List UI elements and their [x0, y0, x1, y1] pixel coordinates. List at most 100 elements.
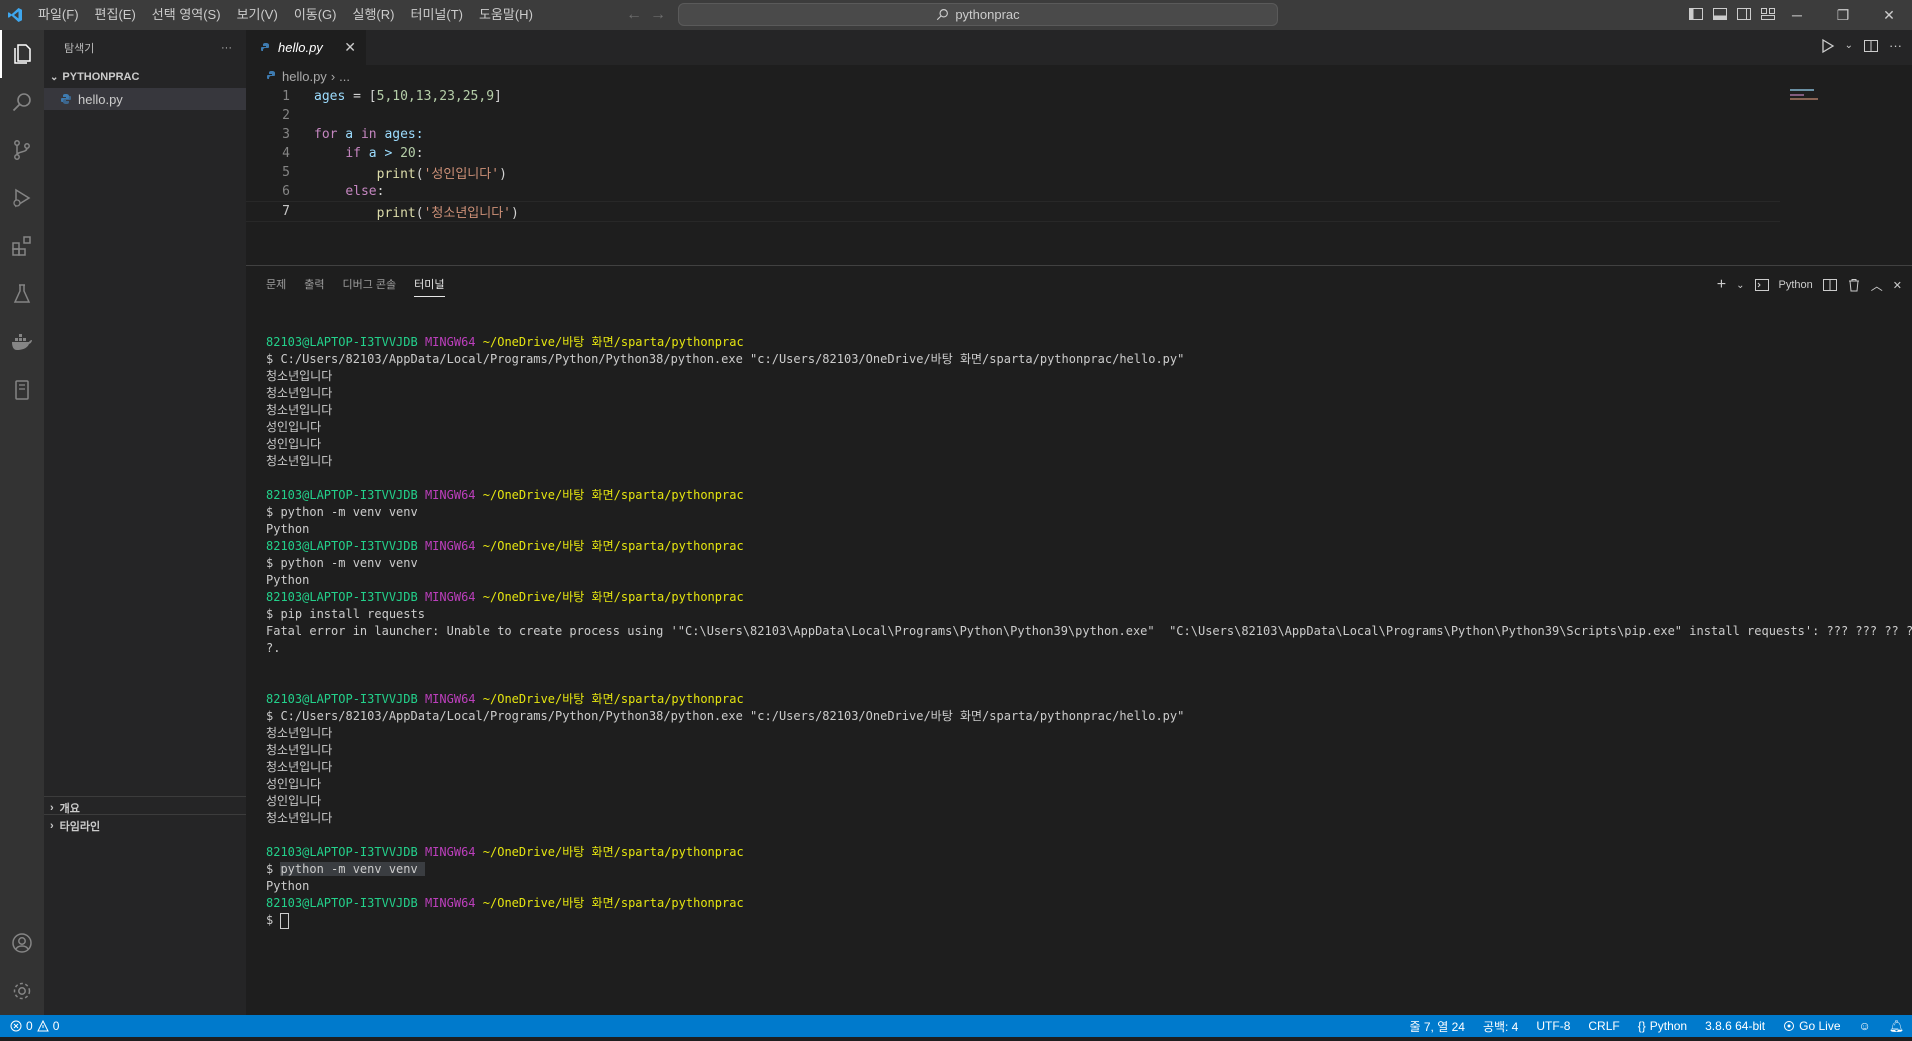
minimize-icon[interactable]: ─: [1774, 0, 1820, 30]
trash-icon[interactable]: [1847, 278, 1861, 292]
remote-explorer-icon[interactable]: [0, 366, 44, 414]
source-control-icon[interactable]: [0, 126, 44, 174]
account-icon[interactable]: [0, 919, 44, 967]
docker-icon[interactable]: [0, 318, 44, 366]
split-terminal-icon[interactable]: [1822, 278, 1837, 292]
breadcrumb: hello.py › ...: [246, 65, 1666, 87]
menu-go[interactable]: 이동(G): [286, 0, 345, 30]
terminal-line: 청소년입니다: [266, 811, 333, 825]
maximize-panel-icon[interactable]: ︿: [1871, 277, 1883, 294]
prompt-path: ~/OneDrive/바탕 화면/sparta/pythonprac: [482, 539, 744, 553]
explorer-icon[interactable]: [0, 30, 44, 78]
line-number: 6: [282, 184, 290, 199]
menu-view[interactable]: 보기(V): [229, 0, 286, 30]
back-arrow-icon[interactable]: ←: [626, 6, 642, 24]
go-live-button[interactable]: Go Live: [1783, 1019, 1841, 1033]
menu-terminal[interactable]: 터미널(T): [402, 0, 470, 30]
python-interpreter[interactable]: 3.8.6 64-bit: [1705, 1019, 1765, 1033]
tab-terminal[interactable]: 터미널: [414, 276, 445, 297]
file-hello-py[interactable]: hello.py: [44, 88, 246, 110]
extensions-icon[interactable]: [0, 222, 44, 270]
chevron-down-icon[interactable]: ⌄: [1736, 280, 1744, 291]
code-editor[interactable]: 1 ages = [5,10,13,23,25,9] 2 3 for a in …: [246, 87, 1780, 263]
prompt-symbol: $: [266, 913, 281, 927]
error-icon: [10, 1020, 22, 1032]
code-token: '성인입니다': [423, 167, 500, 182]
split-editor-icon[interactable]: [1863, 38, 1879, 54]
settings-gear-icon[interactable]: [0, 967, 44, 1015]
breadcrumb-more[interactable]: ...: [339, 69, 350, 84]
code-token: :: [415, 146, 424, 161]
editor-actions: ⌄ ···: [1819, 38, 1902, 54]
tab-output[interactable]: 출력: [304, 276, 324, 297]
problems-indicator[interactable]: 0 0: [0, 1019, 59, 1033]
breadcrumb-file[interactable]: hello.py: [282, 69, 327, 84]
end-of-line[interactable]: CRLF: [1588, 1019, 1619, 1033]
code-token: 20: [400, 146, 416, 161]
terminal-line: 청소년입니다: [266, 454, 333, 468]
run-debug-icon[interactable]: [0, 174, 44, 222]
terminal-output[interactable]: 82103@LAPTOP-I3TVVJDB MINGW64 ~/OneDrive…: [266, 334, 1912, 929]
language-mode[interactable]: {} Python: [1638, 1019, 1687, 1033]
menu-file[interactable]: 파일(F): [30, 0, 87, 30]
indentation[interactable]: 공백: 4: [1483, 1018, 1518, 1035]
code-token: a: [337, 127, 361, 142]
menu-selection[interactable]: 선택 영역(S): [144, 0, 229, 30]
chevron-right-icon: ›: [50, 801, 54, 814]
run-python-file-icon[interactable]: [1819, 38, 1835, 54]
cursor-position[interactable]: 줄 7, 열 24: [1409, 1018, 1464, 1035]
new-terminal-icon[interactable]: +: [1717, 276, 1726, 294]
search-view-icon[interactable]: [0, 78, 44, 126]
close-tab-icon[interactable]: ✕: [344, 39, 356, 56]
feedback-icon[interactable]: ☺: [1859, 1019, 1871, 1033]
activity-bar: [0, 30, 44, 1015]
chevron-down-icon[interactable]: ⌄: [1845, 38, 1853, 54]
more-actions-icon[interactable]: ···: [221, 42, 232, 54]
terminal-input-line[interactable]: $: [266, 912, 1906, 929]
prompt-host: MINGW64: [424, 590, 476, 604]
panel-toolbar: + ⌄ Python ︿ ✕: [1717, 276, 1902, 294]
command-center-search[interactable]: pythonprac: [678, 3, 1278, 26]
terminal-icon: [1754, 279, 1769, 291]
minimap[interactable]: [1790, 87, 1900, 103]
timeline-section[interactable]: › 타임라인: [44, 814, 246, 836]
menu-bar: 파일(F) 편집(E) 선택 영역(S) 보기(V) 이동(G) 실행(R) 터…: [30, 0, 541, 30]
line-number: 4: [282, 146, 290, 161]
toggle-secondary-sidebar-icon[interactable]: [1736, 6, 1752, 22]
terminal-line: 청소년입니다: [266, 403, 333, 417]
tab-problems[interactable]: 문제: [266, 276, 286, 297]
menu-edit[interactable]: 편집(E): [87, 0, 144, 30]
menu-run[interactable]: 실행(R): [345, 0, 403, 30]
notifications-bell-icon[interactable]: 🔔︎: [1889, 1019, 1904, 1033]
menu-help[interactable]: 도움말(H): [471, 0, 541, 30]
encoding[interactable]: UTF-8: [1536, 1019, 1570, 1033]
terminal-prompt-line: 82103@LAPTOP-I3TVVJDB MINGW64 ~/OneDrive…: [266, 538, 1906, 555]
testing-icon[interactable]: [0, 270, 44, 318]
restore-icon[interactable]: ❐: [1820, 0, 1866, 30]
prompt-path: ~/OneDrive/바탕 화면/sparta/pythonprac: [482, 590, 744, 604]
code-line-current: 7 print('청소년입니다'): [246, 201, 1780, 222]
close-panel-icon[interactable]: ✕: [1893, 279, 1902, 292]
close-window-icon[interactable]: ✕: [1866, 0, 1912, 30]
tab-hello-py[interactable]: hello.py ✕: [246, 30, 366, 65]
line-number: 3: [282, 127, 290, 142]
terminal-name[interactable]: Python: [1779, 279, 1813, 291]
prompt-host: MINGW64: [424, 488, 476, 502]
bottom-strip: [0, 1037, 1912, 1041]
line-number: 2: [282, 108, 290, 123]
warning-icon: [36, 1020, 49, 1032]
terminal-line: Python: [266, 879, 310, 893]
more-actions-icon[interactable]: ···: [1889, 38, 1902, 54]
toggle-sidebar-icon[interactable]: [1688, 6, 1704, 22]
tab-debug-console[interactable]: 디버그 콘솔: [343, 276, 397, 297]
forward-arrow-icon[interactable]: →: [650, 6, 666, 24]
code-line: 3 for a in ages:: [246, 125, 1780, 144]
timeline-label: 타임라인: [59, 820, 101, 833]
folder-pythonprac[interactable]: ⌄ PYTHONPRAC: [44, 66, 246, 88]
toggle-panel-icon[interactable]: [1712, 6, 1728, 22]
folder-label: PYTHONPRAC: [62, 71, 140, 83]
file-label: hello.py: [78, 91, 123, 107]
prompt-path: ~/OneDrive/바탕 화면/sparta/pythonprac: [482, 896, 744, 910]
